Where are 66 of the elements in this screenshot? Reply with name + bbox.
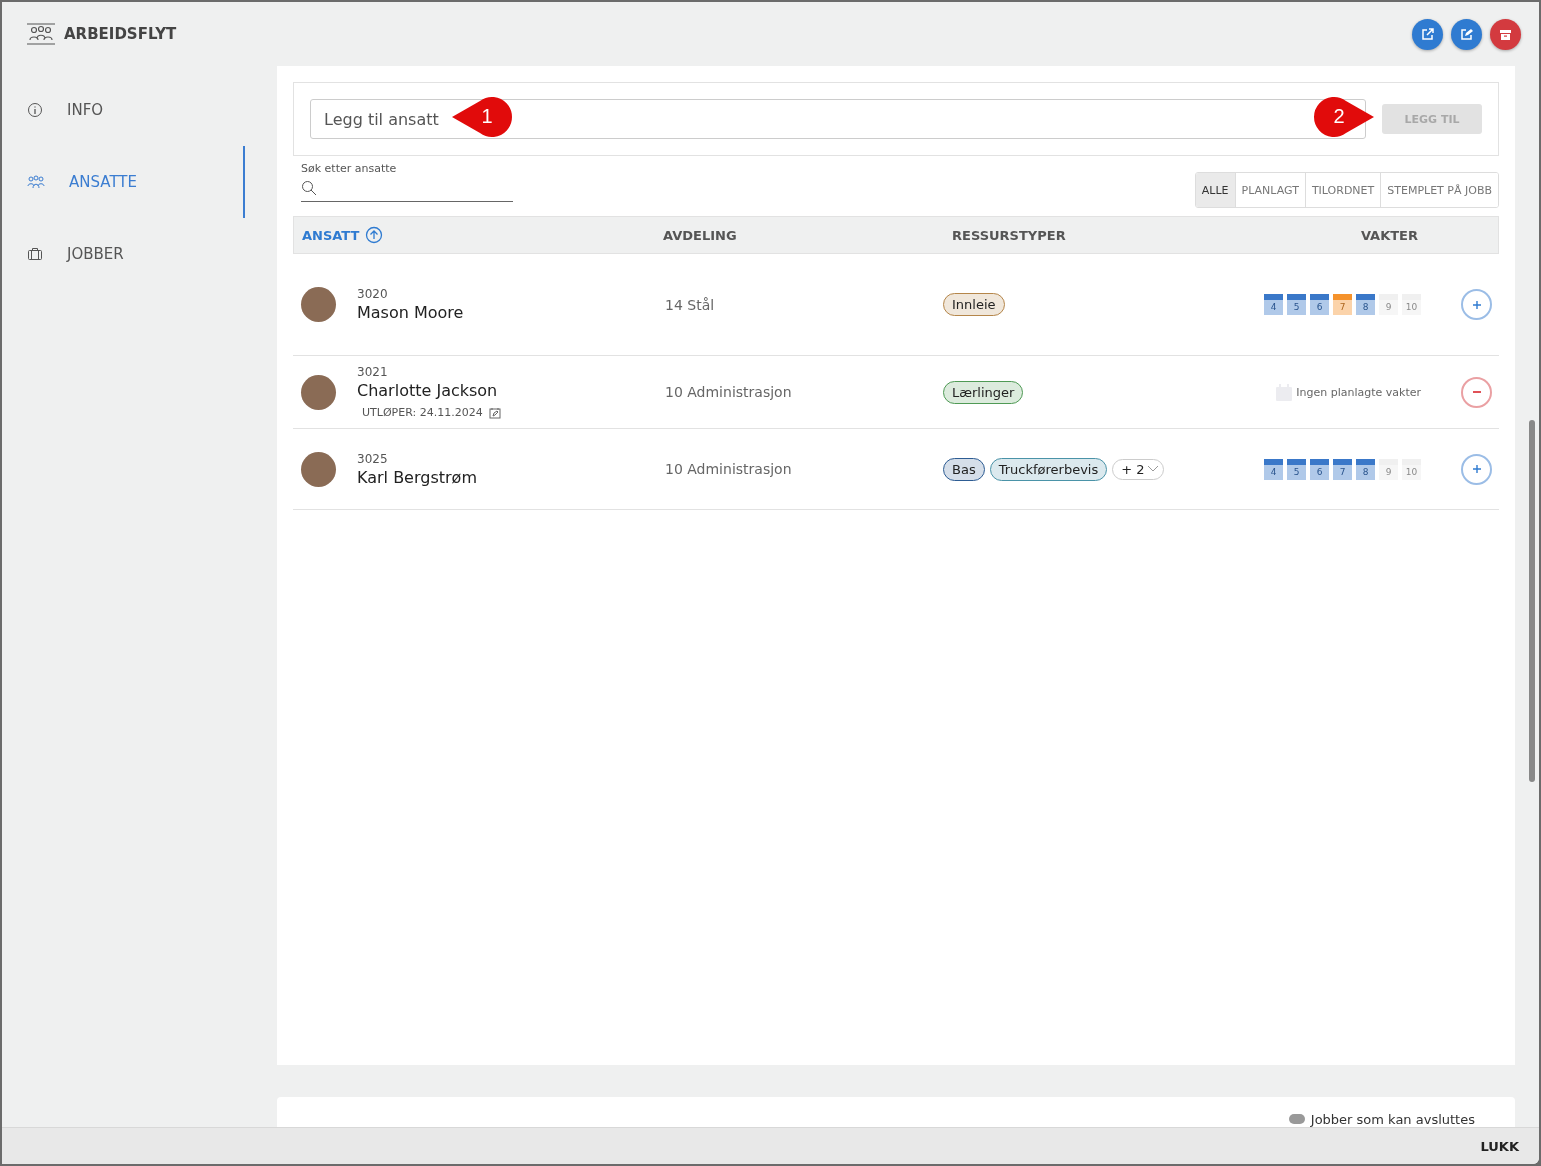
department: 10 Administrasjon bbox=[665, 384, 792, 400]
sort-up-icon bbox=[365, 226, 384, 244]
shift-day[interactable]: 10 bbox=[1402, 458, 1421, 480]
shift-day[interactable]: 5 bbox=[1287, 458, 1306, 480]
column-header[interactable]: RESSURSTYPER bbox=[952, 227, 1272, 243]
avatar bbox=[301, 374, 336, 410]
external-link-icon bbox=[1421, 27, 1434, 41]
shift-day[interactable]: 6 bbox=[1310, 458, 1329, 480]
employee-number: 3020 bbox=[357, 287, 389, 301]
shift-day[interactable]: 8 bbox=[1356, 294, 1375, 315]
shift-day[interactable]: 9 bbox=[1379, 294, 1398, 315]
sidebar-item[interactable]: ANSATTE bbox=[2, 146, 245, 218]
group-icon bbox=[26, 23, 56, 45]
archive-icon bbox=[1499, 27, 1512, 41]
shift-day[interactable]: 5 bbox=[1287, 294, 1306, 315]
shift-day[interactable]: 4 bbox=[1264, 294, 1283, 315]
close-button[interactable]: LUKK bbox=[1474, 1137, 1525, 1155]
department: 14 Stål bbox=[665, 296, 715, 313]
add-button[interactable] bbox=[1461, 289, 1492, 320]
edit-button[interactable] bbox=[1451, 18, 1482, 50]
more-tags-dropdown[interactable]: + 2 bbox=[1112, 458, 1164, 480]
resource-tag: Bas bbox=[943, 457, 985, 481]
employee-name: Charlotte Jackson bbox=[357, 381, 499, 400]
briefcase-icon bbox=[27, 246, 43, 262]
avatar bbox=[301, 287, 336, 322]
shift-day[interactable]: 7 bbox=[1333, 294, 1352, 315]
sidebar-item[interactable]: JOBBER bbox=[2, 218, 245, 290]
plus-icon bbox=[1470, 298, 1483, 311]
department: 10 Administrasjon bbox=[665, 461, 792, 477]
filter-button[interactable]: STEMPLET PÅ JOBB bbox=[1380, 173, 1498, 207]
remove-button[interactable] bbox=[1461, 376, 1492, 408]
info-icon bbox=[27, 102, 43, 118]
column-header[interactable]: ANSATT bbox=[294, 226, 655, 244]
plus-icon bbox=[1470, 463, 1483, 475]
shift-day[interactable]: 7 bbox=[1333, 458, 1352, 480]
shift-day[interactable]: 4 bbox=[1264, 458, 1283, 480]
resource-tag: Innleie bbox=[943, 293, 1005, 316]
resource-tag: Lærlinger bbox=[943, 380, 1024, 404]
column-header[interactable]: VAKTER bbox=[1272, 227, 1498, 243]
resource-tag: Truckførerbevis bbox=[989, 457, 1108, 481]
chevron-down-icon bbox=[1146, 465, 1159, 473]
edit-icon bbox=[1460, 27, 1473, 41]
search-icon bbox=[301, 180, 317, 196]
toggle-icon[interactable] bbox=[1288, 1114, 1305, 1124]
expiry-date: UTLØPER: 24.11.2024 bbox=[362, 406, 483, 419]
sidebar-item[interactable]: INFO bbox=[2, 74, 245, 146]
shift-day[interactable]: 8 bbox=[1356, 458, 1375, 480]
app-title: ARBEIDSFLYT bbox=[64, 25, 177, 43]
add-button[interactable] bbox=[1461, 453, 1492, 485]
employee-number: 3025 bbox=[357, 451, 389, 466]
open-external-button[interactable] bbox=[1412, 18, 1443, 50]
employee-name: Mason Moore bbox=[357, 303, 464, 322]
archive-button[interactable] bbox=[1490, 18, 1521, 50]
people-icon bbox=[27, 174, 45, 190]
shift-day[interactable]: 10 bbox=[1402, 294, 1421, 315]
avatar bbox=[301, 451, 336, 487]
no-shifts-text: Ingen planlagte vakter bbox=[1296, 385, 1421, 399]
shift-day[interactable]: 6 bbox=[1310, 294, 1329, 315]
employee-number: 3021 bbox=[357, 365, 389, 379]
search-label: Søk etter ansatte bbox=[301, 162, 398, 175]
employee-name: Karl Bergstrøm bbox=[357, 467, 477, 487]
calendar-edit-icon[interactable] bbox=[488, 406, 501, 419]
shift-day[interactable]: 9 bbox=[1379, 458, 1398, 480]
column-header[interactable]: AVDELING bbox=[655, 227, 952, 243]
jobs-to-close-label: Jobber som kan avsluttes bbox=[1310, 1111, 1475, 1127]
filter-button[interactable]: ALLE bbox=[1195, 173, 1235, 207]
